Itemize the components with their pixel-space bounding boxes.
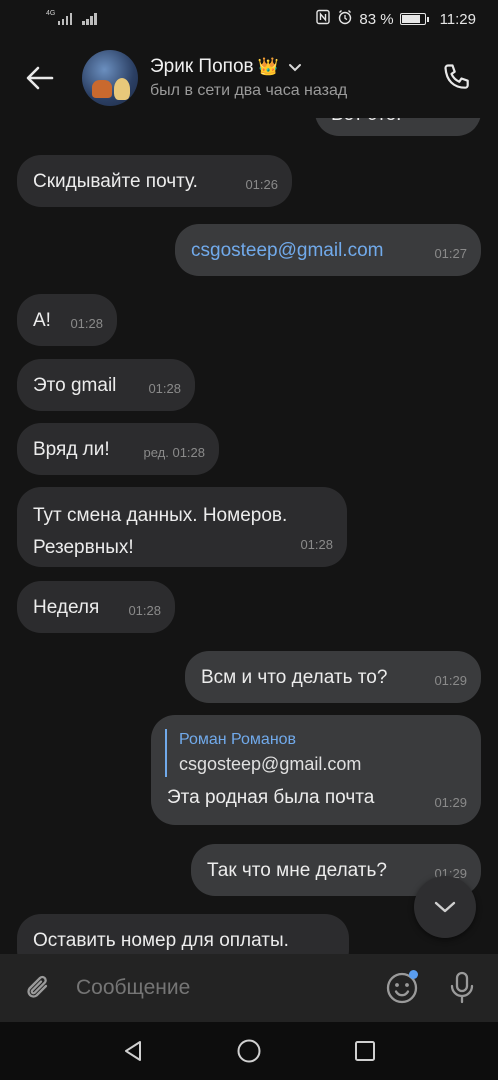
signal-strength-icon-2 [82,13,97,25]
peer-name: Эрик Попов [150,56,254,77]
message-bubble[interactable]: А! 01:28 [17,294,117,346]
message-time: 01:25 [434,118,467,127]
system-navigation-bar [0,1022,498,1080]
battery-percent: 83 % [359,10,394,28]
message-time: 01:27 [434,246,467,261]
message-input[interactable] [76,976,382,1000]
message-text: Это gmail [33,375,117,396]
message-composer [0,954,498,1022]
message-time: 01:29 [434,673,467,688]
message-time: 01:28 [300,537,333,552]
nfc-icon [315,9,331,29]
attach-button[interactable] [18,968,58,1008]
clock: 11:29 [439,10,476,28]
chevron-down-icon [434,901,456,913]
message-text: Эта родная была почта [167,787,375,808]
peer-info[interactable]: Эрик Попов 👑 был в сети два часа назад [150,56,434,100]
message-bubble[interactable]: Всм и что делать то? 01:29 [185,651,481,703]
message-bubble[interactable]: Вот это! 01:25 [315,118,481,136]
message-bubble-with-reply[interactable]: Роман Романов csgosteep@gmail.com Эта ро… [151,715,481,825]
message-text: Скидывайте почту. [33,171,198,192]
signal-indicators: 4G [46,10,97,25]
phone-icon [444,64,469,89]
message-time: 01:28 [148,381,181,396]
message-time: ред. 01:28 [143,445,205,460]
triangle-back-icon [125,1041,141,1061]
nav-recents-button[interactable] [345,1031,385,1071]
message-text: А! [33,310,51,331]
message-text: Вот это! [331,118,401,128]
message-bubble[interactable]: Вряд ли! ред. 01:28 [17,423,219,475]
network-type-label: 4G [46,10,56,17]
message-bubble[interactable]: Скидывайте почту. 01:26 [17,155,292,207]
emoji-button[interactable] [382,968,422,1008]
message-time: 01:28 [70,316,103,331]
nav-back-button[interactable] [113,1031,153,1071]
message-text: Оставить номер для оплаты. [33,930,289,951]
message-list[interactable]: Вот это! 01:25 Скидывайте почту. 01:26 c… [0,118,498,954]
arrow-left-icon [26,66,54,90]
message-bubble[interactable]: Оставить номер для оплаты. [17,914,349,954]
back-button[interactable] [20,58,60,98]
message-time: 01:26 [245,177,278,192]
message-time: 01:28 [128,603,161,618]
email-link[interactable]: csgosteep@gmail.com [191,238,383,264]
chevron-down-icon [288,64,301,72]
message-time: 01:29 [434,795,467,810]
message-text: Всм и что делать то? [201,667,388,688]
square-recents-icon [355,1041,375,1061]
message-bubble[interactable]: Это gmail 01:28 [17,359,195,411]
status-bar: 4G 83 % 11:29 [0,0,498,38]
message-text: Вряд ли! [33,439,110,460]
signal-strength-icon: 4G [46,10,73,25]
crown-icon: 👑 [257,57,279,76]
circle-home-icon [237,1039,261,1063]
new-stickers-dot [409,970,418,979]
microphone-icon [450,971,474,1004]
message-bubble[interactable]: Тут смена данных. Номеров. Резервных! 01… [17,487,347,567]
message-bubble[interactable]: Неделя 01:28 [17,581,175,633]
peer-status: был в сети два часа назад [150,82,348,99]
chat-header: Эрик Попов 👑 был в сети два часа назад [0,38,498,118]
battery-icon [399,13,429,25]
alarm-icon [337,9,353,29]
message-text: Неделя [33,597,100,618]
scroll-to-bottom-button[interactable] [414,876,476,938]
message-text: Так что мне делать? [207,860,387,881]
nav-home-button[interactable] [229,1031,269,1071]
battery-level-fill [401,15,420,23]
message-bubble[interactable]: csgosteep@gmail.com 01:27 [175,224,481,276]
voice-message-button[interactable] [444,968,480,1008]
reply-text: csgosteep@gmail.com [179,754,362,774]
reply-quote[interactable]: Роман Романов csgosteep@gmail.com [165,729,465,777]
avatar[interactable] [82,50,138,106]
paperclip-icon [27,975,48,998]
message-text: Тут смена данных. Номеров. Резервных! [33,505,288,558]
call-button[interactable] [434,56,478,100]
reply-author: Роман Романов [179,731,297,748]
